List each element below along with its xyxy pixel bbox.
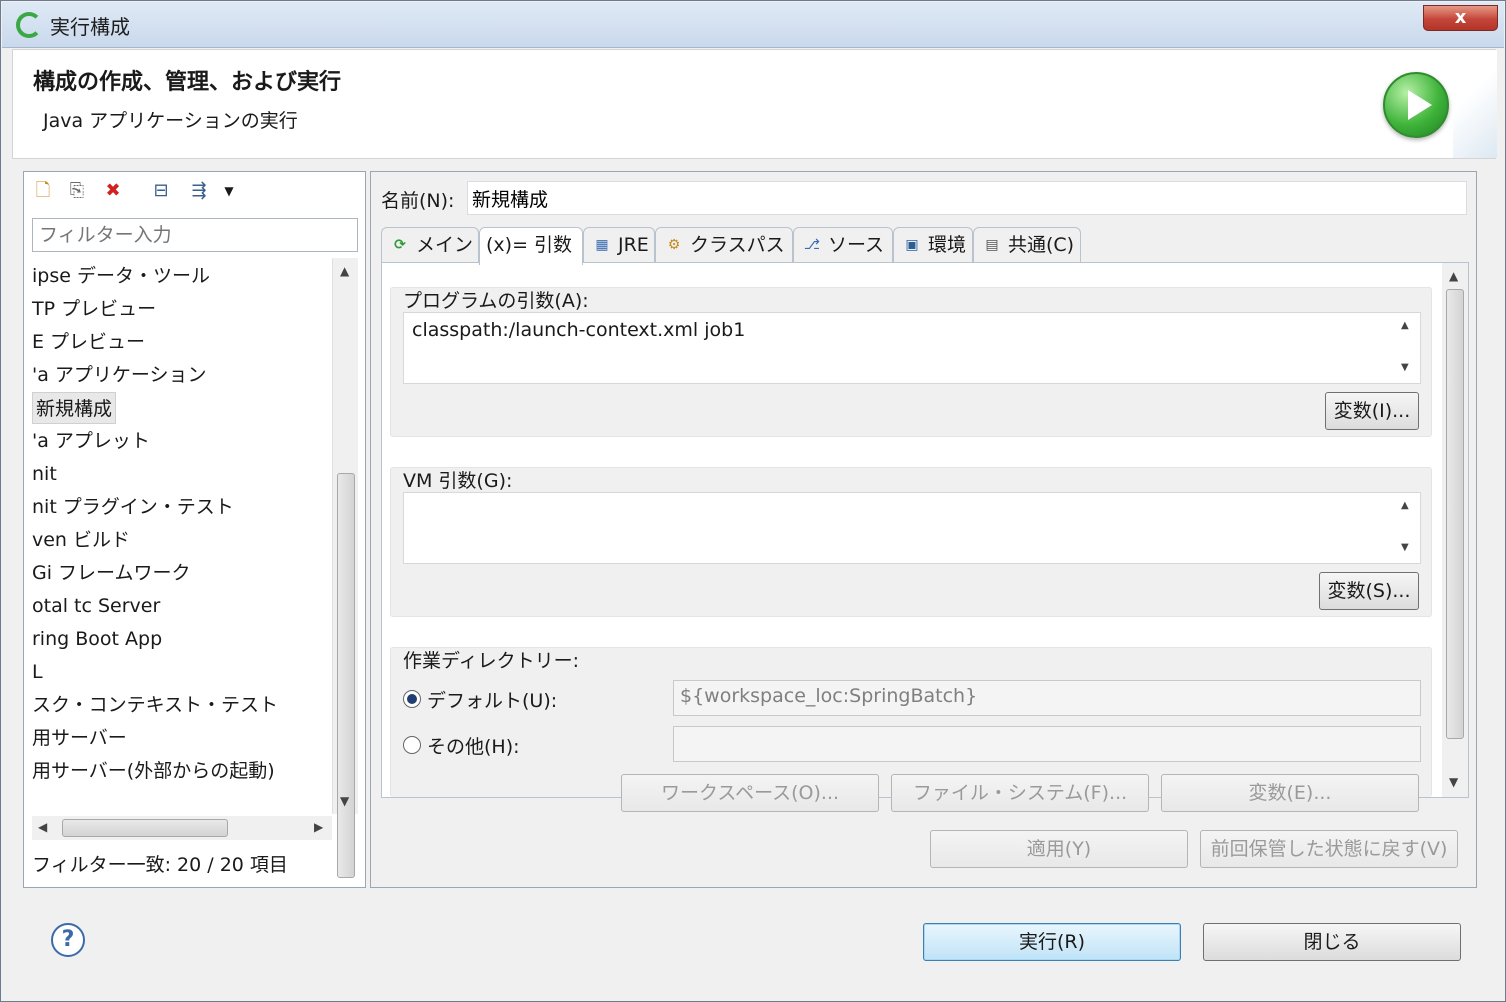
tree-item-selected[interactable]: 新規構成 [32, 392, 117, 424]
scroll-up-icon[interactable]: ▲ [1401, 320, 1409, 331]
tree-item[interactable]: ring Boot App [32, 623, 162, 655]
vm-arguments-group: VM 引数(G): ▲ ▼ 変数(S)... [390, 467, 1432, 617]
configuration-toolbar: 🗋 ⎘ ✖ ⊟ ⇶ ▼ [24, 172, 365, 210]
scroll-thumb[interactable] [337, 473, 355, 878]
run-configurations-dialog: 実行構成 x 構成の作成、管理、および実行 Java アプリケーションの実行 🗋… [0, 0, 1506, 1002]
configuration-editor-panel: 名前(N): ⟳ メイン (x)= 引数 ▦ JRE ⚙ クラスパス ⎇ ソース [370, 171, 1477, 888]
tree-item[interactable]: otal tc Server [32, 590, 160, 622]
tree-item[interactable]: Gi フレームワーク [32, 557, 190, 589]
banner-subtitle: Java アプリケーションの実行 [43, 110, 298, 132]
window-close-button[interactable]: x [1423, 5, 1498, 31]
tab-classpath[interactable]: ⚙ クラスパス [655, 227, 793, 263]
program-arguments-group: プログラムの引数(A): classpath:/launch-context.x… [390, 287, 1432, 437]
duplicate-icon[interactable]: ⎘ [66, 180, 88, 202]
scroll-up-icon[interactable]: ▲ [340, 264, 349, 278]
tab-main[interactable]: ⟳ メイン [381, 227, 479, 263]
tree-item[interactable]: E プレビュー [32, 326, 145, 358]
tab-common[interactable]: ▤ 共通(C) [973, 227, 1081, 263]
chevron-down-icon[interactable]: ▼ [218, 180, 240, 202]
default-radio[interactable] [403, 690, 421, 708]
tree-horizontal-scrollbar[interactable]: ◀ ▶ [32, 816, 332, 840]
name-label: 名前(N): [381, 190, 455, 212]
other-radio[interactable] [403, 736, 421, 754]
filesystem-button[interactable]: ファイル・システム(F)... [891, 774, 1149, 812]
other-directory-field[interactable] [673, 726, 1421, 762]
window-title: 実行構成 [50, 15, 130, 39]
new-configuration-icon[interactable]: 🗋 [32, 180, 54, 202]
scroll-down-icon[interactable]: ▼ [1401, 542, 1409, 553]
workspace-button[interactable]: ワークスペース(O)... [621, 774, 879, 812]
tree-item[interactable]: 'a アプリケーション [32, 359, 207, 391]
scroll-thumb[interactable] [1446, 289, 1464, 739]
tree-item[interactable]: 'a アプレット [32, 425, 150, 457]
scroll-thumb[interactable] [62, 819, 228, 837]
working-directory-group: 作業ディレクトリー: デフォルト(U): ${workspace_loc:Spr… [390, 647, 1432, 812]
tree-item[interactable]: nit プラグイン・テスト [32, 491, 234, 523]
scroll-left-icon[interactable]: ◀ [38, 820, 47, 834]
scroll-up-icon[interactable]: ▲ [1449, 269, 1458, 283]
apply-button[interactable]: 適用(Y) [930, 830, 1188, 868]
tree-item[interactable]: スク・コンテキスト・テスト [32, 689, 278, 721]
editor-tabs: ⟳ メイン (x)= 引数 ▦ JRE ⚙ クラスパス ⎇ ソース ▣ 環境 ▤… [381, 227, 1469, 265]
filter-options-icon[interactable]: ⇶ [188, 180, 210, 202]
configuration-list-panel: 🗋 ⎘ ✖ ⊟ ⇶ ▼ ipse データ・ツールTP プレビューE プレビュー'… [23, 171, 366, 888]
collapse-all-icon[interactable]: ⊟ [150, 180, 172, 202]
tab-source[interactable]: ⎇ ソース [793, 227, 893, 263]
tab-jre[interactable]: ▦ JRE [583, 227, 655, 263]
eclipse-app-icon [16, 12, 42, 38]
default-radio-label: デフォルト(U): [427, 690, 558, 712]
variables-i-button[interactable]: 変数(I)... [1325, 392, 1419, 430]
scroll-down-icon[interactable]: ▼ [1401, 362, 1409, 373]
common-icon: ▤ [985, 237, 999, 253]
tree-item[interactable]: nit [32, 458, 57, 490]
configuration-name-input[interactable] [467, 181, 1467, 215]
program-arguments-textarea[interactable]: classpath:/launch-context.xml job1 ▲ ▼ [403, 312, 1421, 384]
main-tab-icon: ⟳ [394, 237, 406, 253]
vm-arguments-textarea[interactable]: ▲ ▼ [403, 492, 1421, 564]
source-icon: ⎇ [803, 237, 821, 253]
default-directory-field: ${workspace_loc:SpringBatch} [673, 680, 1421, 716]
filter-input[interactable] [32, 218, 358, 252]
variables-e-button[interactable]: 変数(E)... [1161, 774, 1419, 812]
banner-title: 構成の作成、管理、および実行 [33, 70, 342, 95]
delete-icon[interactable]: ✖ [102, 180, 124, 202]
banner-decoration [1453, 50, 1497, 158]
tree-item[interactable]: ipse データ・ツール [32, 260, 210, 292]
classpath-icon: ⚙ [667, 237, 681, 253]
scroll-down-icon[interactable]: ▼ [1449, 775, 1458, 789]
jre-library-icon: ▦ [595, 237, 609, 253]
title-bar: 実行構成 x [2, 2, 1504, 48]
tree-item[interactable]: L [32, 656, 43, 688]
arguments-tab-content: プログラムの引数(A): classpath:/launch-context.x… [381, 262, 1469, 812]
tree-item[interactable]: TP プレビュー [32, 293, 156, 325]
scroll-down-icon[interactable]: ▼ [340, 794, 349, 808]
tab-arguments[interactable]: (x)= 引数 [479, 227, 583, 265]
working-directory-label: 作業ディレクトリー: [403, 650, 580, 672]
vm-arguments-label: VM 引数(G): [403, 470, 513, 492]
program-arguments-label: プログラムの引数(A): [403, 290, 589, 312]
header-banner: 構成の作成、管理、および実行 Java アプリケーションの実行 [12, 49, 1497, 159]
environment-icon: ▣ [905, 237, 919, 253]
tree-item[interactable]: ven ビルド [32, 524, 130, 556]
run-button[interactable]: 実行(R) [923, 923, 1181, 961]
help-icon[interactable]: ? [51, 923, 85, 957]
close-button[interactable]: 閉じる [1203, 923, 1461, 961]
run-icon [1383, 72, 1449, 138]
tree-item[interactable]: 用サーバー(外部からの起動) [32, 755, 275, 787]
scroll-up-icon[interactable]: ▲ [1401, 500, 1409, 511]
tree-item[interactable]: 用サーバー [32, 722, 127, 754]
configuration-tree: ipse データ・ツール TP プレビュー E プレビュー'a アプリケーション 新規… [24, 258, 330, 813]
tab-vertical-scrollbar[interactable]: ▲ ▼ [1442, 263, 1468, 797]
tab-environment[interactable]: ▣ 環境 [893, 227, 973, 263]
filter-status: フィルター一致: 20 / 20 項目 [32, 854, 288, 876]
tree-vertical-scrollbar[interactable]: ▲ ▼ [332, 258, 358, 878]
textarea-scrollbar[interactable]: ▲ ▼ [1395, 314, 1419, 382]
variables-s-button[interactable]: 変数(S)... [1319, 572, 1419, 610]
other-radio-label: その他(H): [427, 736, 520, 758]
textarea-scrollbar[interactable]: ▲ ▼ [1395, 494, 1419, 562]
scroll-right-icon[interactable]: ▶ [314, 820, 323, 834]
revert-button[interactable]: 前回保管した状態に戻す(V) [1200, 830, 1458, 868]
